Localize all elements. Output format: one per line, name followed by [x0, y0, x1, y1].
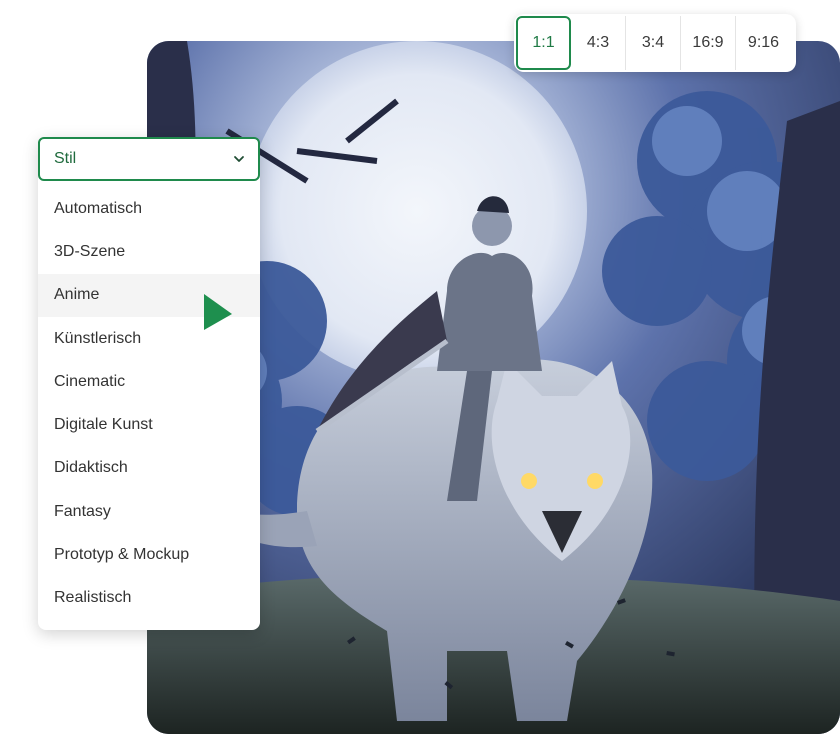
style-select[interactable]: Stil — [38, 137, 260, 181]
aspect-ratio-4-3-button[interactable]: 4:3 — [571, 16, 626, 70]
style-dropdown: Stil Automatisch 3D-Szene Anime Künstler… — [38, 137, 260, 630]
style-option-digitale-kunst[interactable]: Digitale Kunst — [38, 403, 260, 446]
style-select-label: Stil — [54, 150, 77, 167]
aspect-ratio-16-9-button[interactable]: 16:9 — [681, 16, 736, 70]
cursor-arrow-icon — [204, 294, 232, 330]
style-option-3d-szene[interactable]: 3D-Szene — [38, 230, 260, 273]
aspect-ratio-9-16-button[interactable]: 9:16 — [736, 16, 791, 70]
style-option-fantasy[interactable]: Fantasy — [38, 490, 260, 533]
style-option-prototyp-mockup[interactable]: Prototyp & Mockup — [38, 533, 260, 576]
style-option-didaktisch[interactable]: Didaktisch — [38, 447, 260, 490]
chevron-down-icon — [234, 156, 244, 162]
style-option-realistisch[interactable]: Realistisch — [38, 577, 260, 620]
aspect-ratio-selector: 1:1 4:3 3:4 16:9 9:16 — [514, 14, 796, 72]
style-option-cinematic[interactable]: Cinematic — [38, 360, 260, 403]
aspect-ratio-3-4-button[interactable]: 3:4 — [626, 16, 681, 70]
style-option-automatisch[interactable]: Automatisch — [38, 187, 260, 230]
aspect-ratio-1-1-button[interactable]: 1:1 — [516, 16, 571, 70]
